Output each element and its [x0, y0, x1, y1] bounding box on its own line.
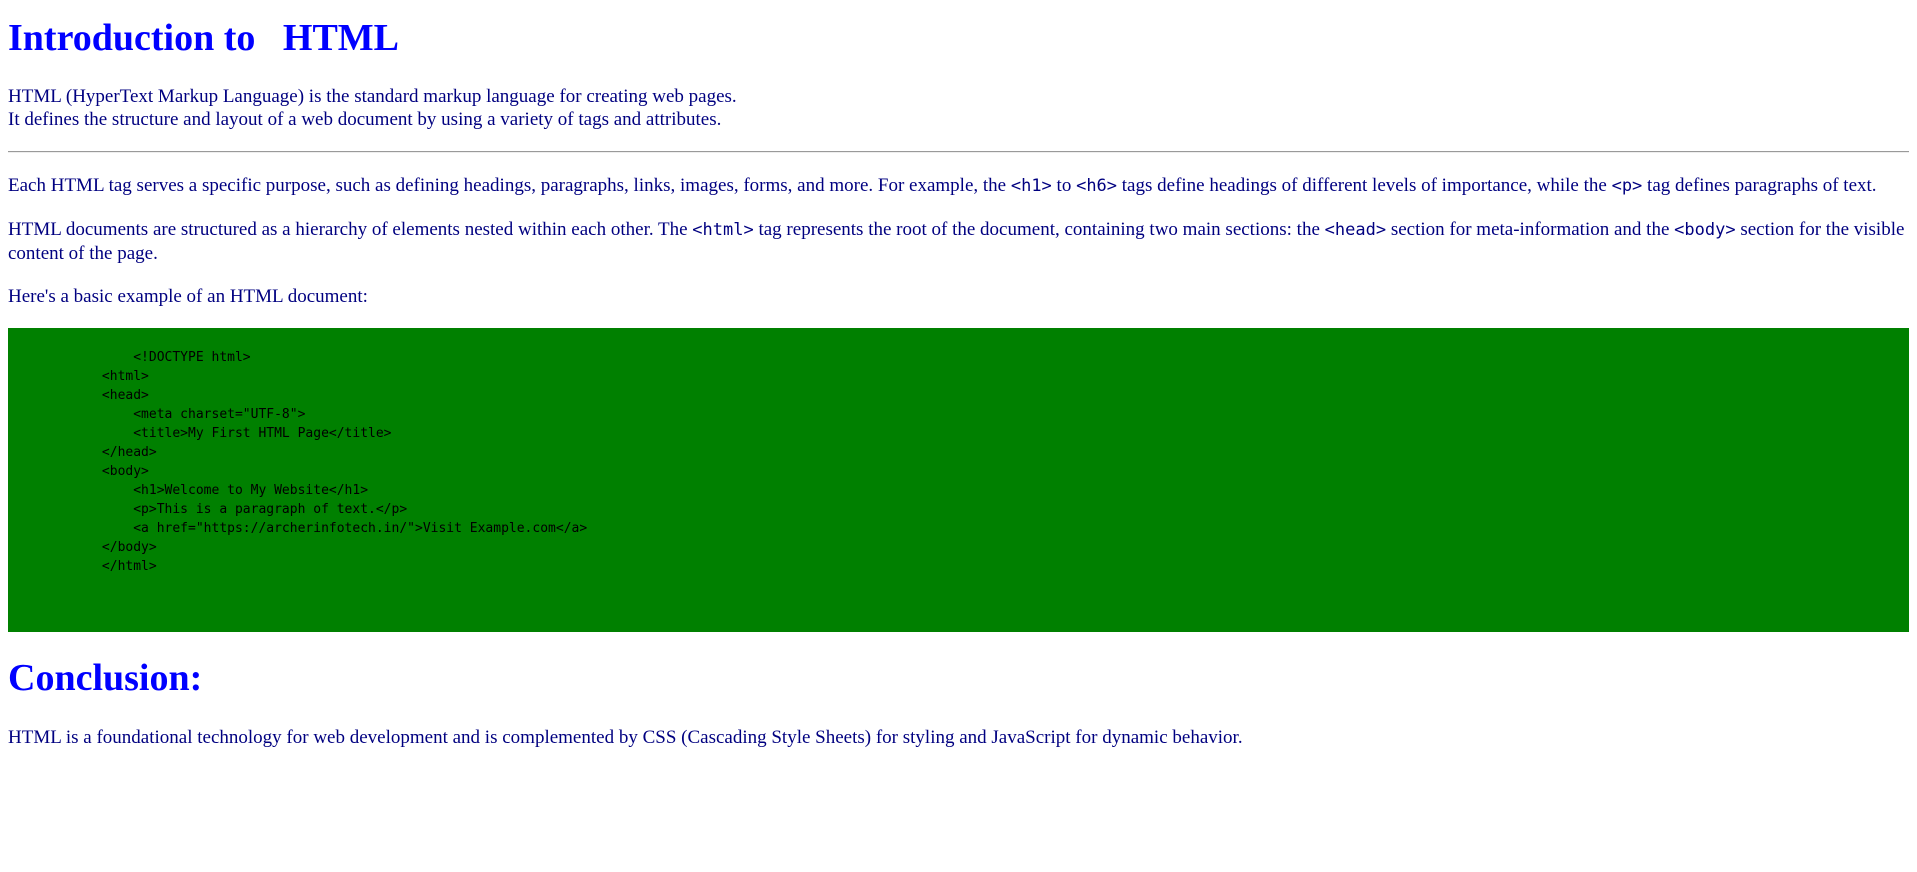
tags-text-4: tag defines paragraphs of text. — [1642, 175, 1877, 196]
page-title: Introduction to HTML — [8, 16, 1909, 60]
conclusion-heading: Conclusion: — [8, 657, 203, 699]
intro-line-2: It defines the structure and layout of a… — [8, 109, 722, 130]
intro-line-1: HTML (HyperText Markup Language) is the … — [8, 86, 737, 107]
page-title-part1: Introduction to — [8, 17, 256, 59]
structure-text-1: HTML documents are structured as a hiera… — [8, 219, 693, 240]
code-line: <!DOCTYPE html> — [8, 350, 251, 365]
tags-text-2: to — [1051, 175, 1077, 196]
structure-text-2: tag represents the root of the document,… — [753, 219, 1325, 240]
tag-body-code: <body> — [1674, 220, 1736, 240]
code-line: <body> — [8, 464, 149, 479]
tag-h1-code: <h1> — [1010, 176, 1052, 196]
tag-head-code: <head> — [1324, 220, 1387, 240]
section-divider — [8, 151, 1909, 153]
conclusion-paragraph: HTML is a foundational technology for we… — [8, 727, 1243, 748]
code-line: </head> — [8, 445, 157, 460]
code-line: <a href="https://archerinfotech.in/">Vis… — [8, 521, 588, 536]
intro-paragraph: HTML (HyperText Markup Language) is the … — [8, 85, 1909, 131]
tags-text-1: Each HTML tag serves a specific purpose,… — [8, 175, 1011, 196]
code-line: </body> — [8, 540, 157, 555]
structure-paragraph: HTML documents are structured as a hiera… — [8, 218, 1909, 265]
tag-html-code: <html> — [692, 220, 754, 240]
code-line: <h1>Welcome to My Website</h1> — [8, 483, 369, 498]
code-line: <p>This is a paragraph of text.</p> — [8, 502, 408, 517]
tag-h6-code: <h6> — [1076, 176, 1118, 196]
structure-text-3: section for meta-information and the — [1386, 219, 1675, 240]
example-intro: Here's a basic example of an HTML docume… — [8, 286, 368, 307]
code-line: <html> — [8, 369, 149, 384]
tags-text-3: tags define headings of different levels… — [1117, 175, 1612, 196]
page-content: Introduction to HTML HTML (HyperText Mar… — [0, 16, 1917, 749]
page-title-part2: HTML — [282, 17, 400, 59]
tags-paragraph: Each HTML tag serves a specific purpose,… — [8, 174, 1909, 198]
code-line: <meta charset="UTF-8"> — [8, 407, 306, 422]
tag-p-code: <p> — [1611, 176, 1643, 196]
code-line: <head> — [8, 388, 149, 403]
code-example-block: <!DOCTYPE html> <html> <head> <meta char… — [8, 328, 1909, 632]
code-line: </html> — [8, 559, 157, 574]
code-line: <title>My First HTML Page</title> — [8, 426, 392, 441]
